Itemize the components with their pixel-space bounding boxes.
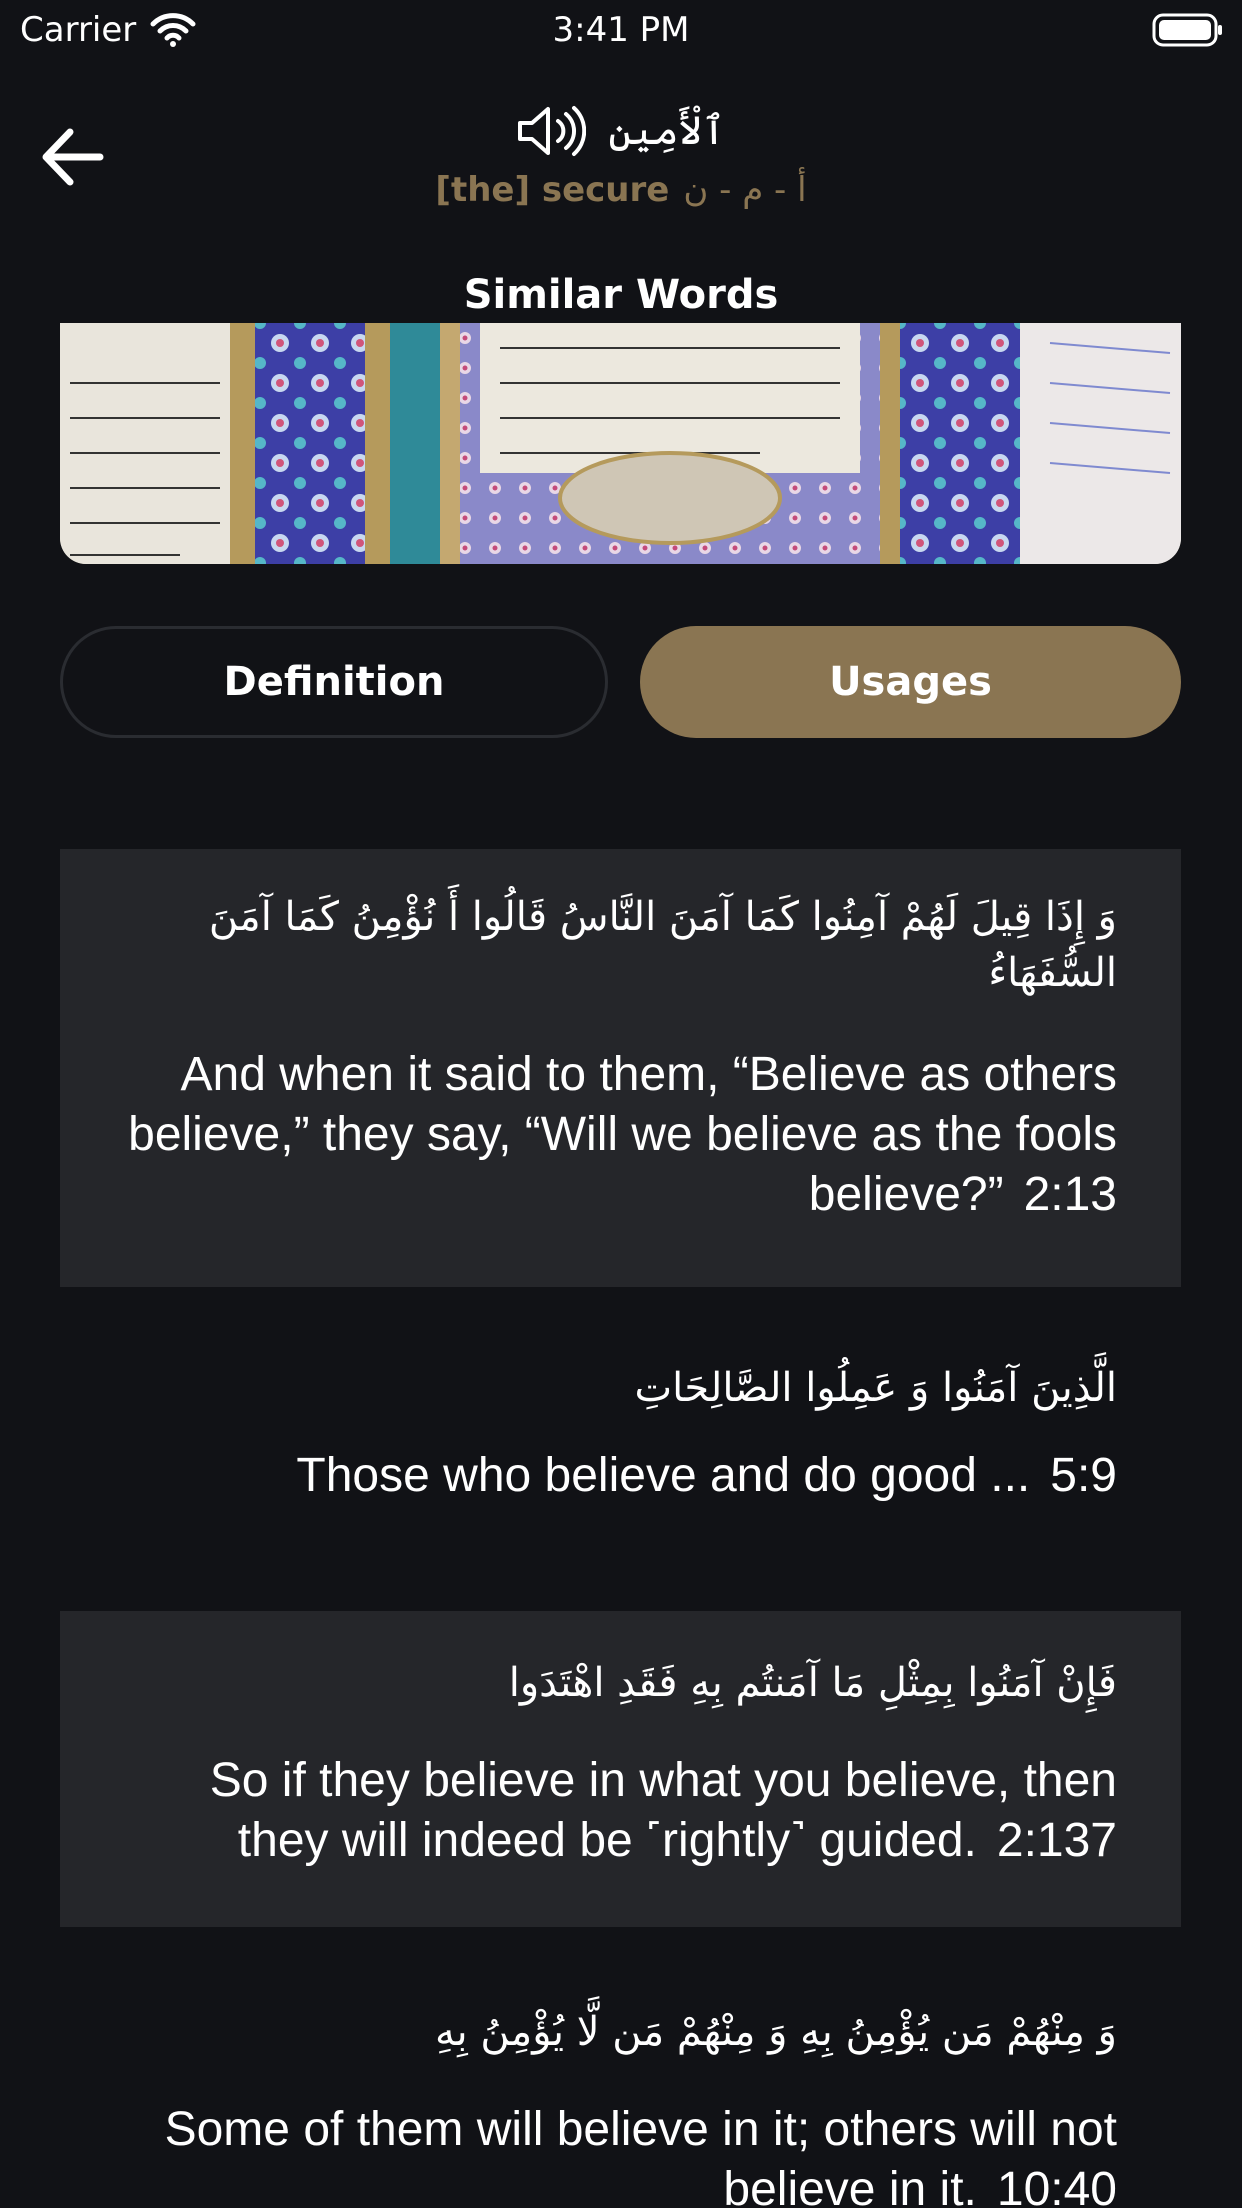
arabic-verse: فَإِنْ آمَنُوا بِمِثْلِ مَا آمَنتُم بِهِ… xyxy=(508,1660,1117,1706)
verse-reference: 10:40 xyxy=(996,2163,1117,2208)
translation-text: So if they believe in what you believe, … xyxy=(209,1754,1117,1867)
usage-card[interactable]: وَ إِذَا قِيلَ لَهُمْ آمِنُوا كَمَا آمَن… xyxy=(60,849,1181,1287)
verse-reference: 2:137 xyxy=(996,1814,1117,1867)
arabic-word: ٱلْأَمِين xyxy=(608,108,726,154)
arabic-verse: الَّذِينَ آمَنُوا وَ عَمِلُوا الصَّالِحَ… xyxy=(634,1365,1117,1411)
verse-reference: 2:13 xyxy=(1023,1168,1117,1221)
verse-translation: So if they believe in what you believe, … xyxy=(120,1751,1117,1871)
translation-text: And when it said to them, “Believe as ot… xyxy=(128,1048,1117,1221)
status-bar: Carrier 3:41 PM xyxy=(0,0,1242,62)
usage-card[interactable]: فَإِنْ آمَنُوا بِمِثْلِ مَا آمَنتُم بِهِ… xyxy=(60,1611,1181,1927)
word-translation: [the] secure xyxy=(435,170,670,210)
verse-translation: And when it said to them, “Believe as ot… xyxy=(120,1045,1117,1225)
banner-image xyxy=(60,323,1181,564)
tab-definition[interactable]: Definition xyxy=(60,626,608,738)
translation-text: Those who believe and do good ... xyxy=(296,1449,1031,1502)
arabic-verse: وَ مِنْهُمْ مَن يُؤْمِنُ بِهِ وَ مِنْهُم… xyxy=(435,2009,1117,2055)
battery-icon xyxy=(1152,13,1222,47)
verse-reference: 5:9 xyxy=(1050,1449,1117,1502)
arabic-verse: وَ إِذَا قِيلَ لَهُمْ آمِنُوا كَمَا آمَن… xyxy=(208,894,1117,996)
section-title: Similar Words xyxy=(463,272,779,318)
word-root: أ - م - ن xyxy=(683,170,807,210)
translation-text: Some of them will believe in it; others … xyxy=(164,2103,1117,2208)
screen: Carrier 3:41 PM ٱلْأَمِين [the] secure أ … xyxy=(0,0,1242,2208)
usage-card[interactable]: الَّذِينَ آمَنُوا وَ عَمِلُوا الصَّالِحَ… xyxy=(60,1360,1181,1570)
verse-translation: Some of them will believe in it; others … xyxy=(120,2100,1117,2208)
word-header: ٱلْأَمِين xyxy=(0,96,1242,166)
status-time: 3:41 PM xyxy=(552,10,690,50)
verse-translation: Those who believe and do good ... 5:9 xyxy=(120,1446,1117,1506)
tab-usages[interactable]: Usages xyxy=(640,626,1181,738)
speaker-icon[interactable] xyxy=(516,103,587,159)
usage-card[interactable]: وَ مِنْهُمْ مَن يُؤْمِنُ بِهِ وَ مِنْهُم… xyxy=(60,2004,1181,2208)
word-meaning: [the] secure أ - م - ن xyxy=(0,170,1242,210)
